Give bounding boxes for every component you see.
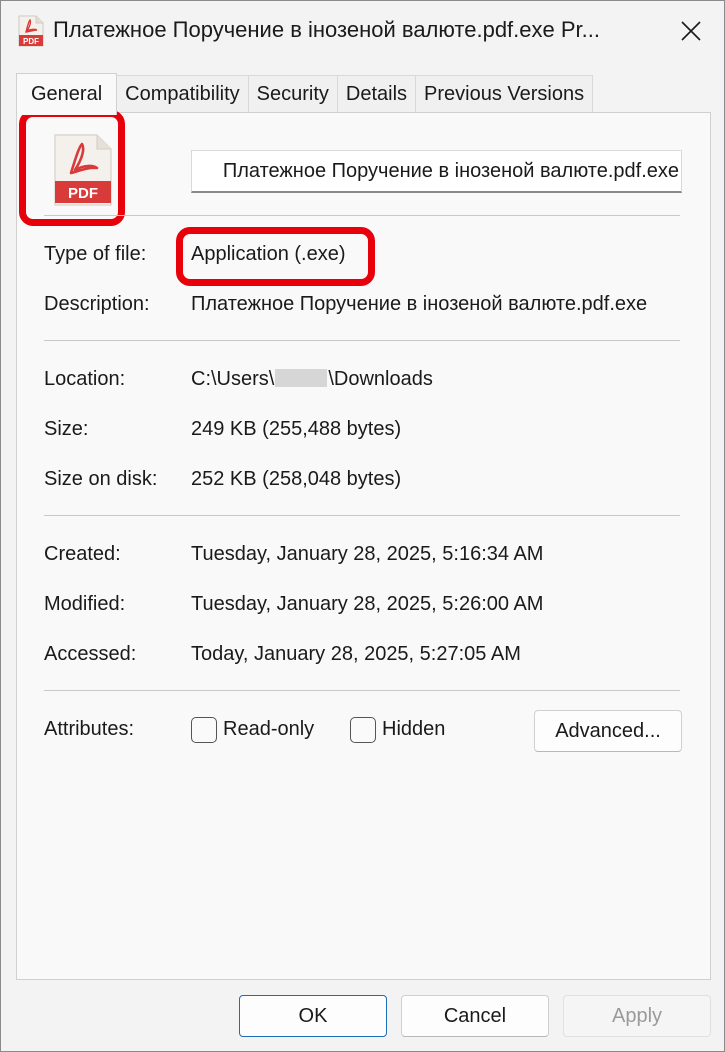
size-value: 249 KB (255,488 bytes) xyxy=(191,418,402,440)
description-value: Платежное Поручение в iнозеной валюте.pd… xyxy=(191,293,648,315)
tab-previous-versions[interactable]: Previous Versions xyxy=(416,75,594,113)
apply-button[interactable]: Apply xyxy=(563,995,711,1037)
readonly-checkbox[interactable] xyxy=(191,717,217,743)
close-icon xyxy=(681,21,701,41)
hidden-checkbox[interactable] xyxy=(350,717,376,743)
divider xyxy=(44,690,680,691)
location-suffix: \Downloads xyxy=(328,368,433,390)
properties-dialog: PDF Платежное Поручение в iнозеной валют… xyxy=(0,0,725,1052)
divider xyxy=(44,340,680,341)
ok-button[interactable]: OK xyxy=(239,995,387,1037)
location-value: C:\Users\ \Downloads xyxy=(191,368,433,391)
size-label: Size: xyxy=(44,418,89,440)
created-value: Tuesday, January 28, 2025, 5:16:34 AM xyxy=(191,543,544,565)
type-of-file-label: Type of file: xyxy=(44,243,147,265)
tab-security[interactable]: Security xyxy=(248,75,338,113)
readonly-label[interactable]: Read-only xyxy=(223,718,314,741)
accessed-label: Accessed: xyxy=(44,643,137,665)
divider xyxy=(44,515,680,516)
file-name-input[interactable]: Платежное Поручение в iнозеной валюте.pd… xyxy=(191,150,682,193)
created-label: Created: xyxy=(44,543,121,565)
tab-details[interactable]: Details xyxy=(337,75,417,113)
description-label: Description: xyxy=(44,293,150,315)
size-on-disk-value: 252 KB (258,048 bytes) xyxy=(191,468,402,490)
location-prefix: C:\Users\ xyxy=(191,368,275,390)
pdf-file-icon: PDF xyxy=(17,15,45,47)
size-on-disk-label: Size on disk: xyxy=(44,468,158,490)
close-button[interactable] xyxy=(669,11,713,51)
title-bar[interactable]: PDF Платежное Поручение в iнозеной валют… xyxy=(1,1,724,63)
file-name-text: Платежное Поручение в iнозеной валюте.pd… xyxy=(222,159,679,182)
svg-text:PDF: PDF xyxy=(23,37,39,46)
tab-general[interactable]: General xyxy=(16,73,118,115)
location-label: Location: xyxy=(44,368,126,390)
redacted-username xyxy=(275,369,328,387)
hidden-label[interactable]: Hidden xyxy=(382,718,445,741)
pdf-icon-text: PDF xyxy=(68,185,98,202)
divider xyxy=(44,215,680,216)
advanced-button[interactable]: Advanced... xyxy=(534,710,682,752)
attributes-label: Attributes: xyxy=(44,718,135,740)
type-of-file-value: Application (.exe) xyxy=(191,243,346,265)
accessed-value: Today, January 28, 2025, 5:27:05 AM xyxy=(191,643,521,665)
window-title: Платежное Поручение в iнозеной валюте.pd… xyxy=(53,17,600,42)
tab-compatibility[interactable]: Compatibility xyxy=(117,75,249,113)
cancel-button[interactable]: Cancel xyxy=(401,995,549,1037)
modified-value: Tuesday, January 28, 2025, 5:26:00 AM xyxy=(191,593,544,615)
tab-strip: General Compatibility Security Details P… xyxy=(16,73,594,115)
modified-label: Modified: xyxy=(44,593,126,615)
pdf-file-icon: PDF xyxy=(51,133,115,207)
